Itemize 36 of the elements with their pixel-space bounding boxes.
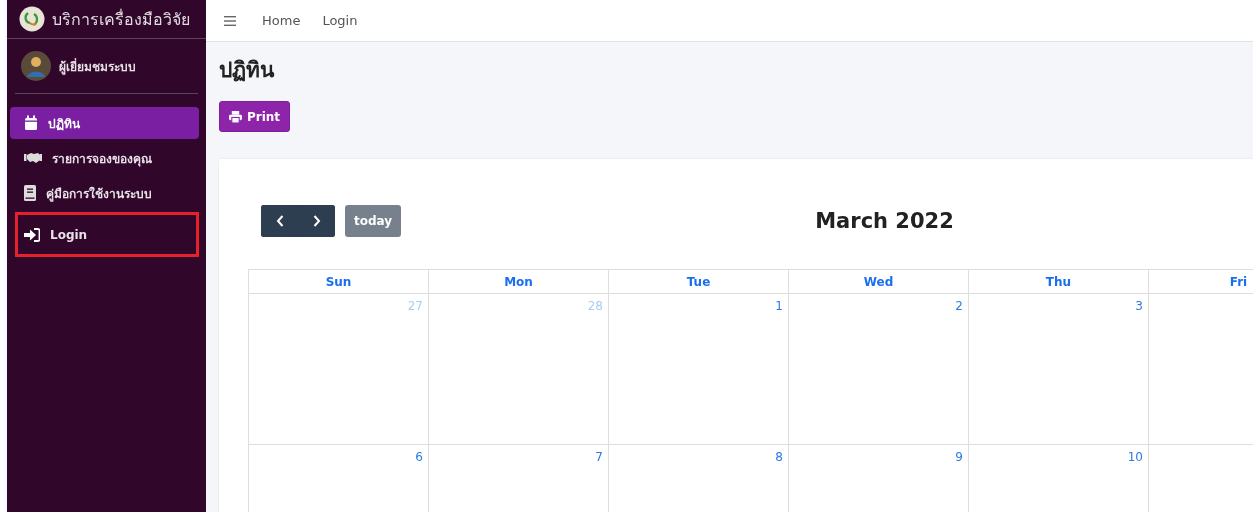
today-button[interactable]: today [345, 205, 402, 237]
weekday-header: Mon [429, 270, 609, 294]
chevron-left-icon [275, 215, 284, 227]
nav-item[interactable]: Login [15, 212, 199, 257]
weekday-header: Sun [249, 270, 429, 294]
logo-icon [19, 6, 45, 32]
page-title: ปฏิทิน [219, 57, 276, 84]
printer-icon [229, 110, 242, 123]
print-button[interactable]: Print [219, 101, 291, 132]
brand-name[interactable]: บริการเครื่องมือวิจัย [52, 6, 190, 32]
chevron-right-icon [312, 215, 321, 227]
nav-item[interactable]: คู่มือการใช้งานระบบ [10, 177, 199, 209]
day-number[interactable]: 8 [775, 450, 783, 464]
sign-in-icon [24, 227, 40, 242]
avatar-icon [21, 51, 51, 81]
nav-item[interactable]: ปฏิทิน [10, 107, 199, 139]
calendar-icon [24, 115, 38, 131]
nav-item[interactable]: รายการจองของคุณ [10, 142, 199, 174]
month-title: March 2022 [815, 209, 954, 233]
book-icon [24, 185, 36, 201]
weekday-header: Thu [969, 270, 1149, 294]
user-name: ผู้เยี่ยมชมระบบ [59, 57, 136, 76]
handshake-icon [24, 152, 42, 164]
nav-link[interactable]: Login [322, 13, 358, 28]
weekday-header: Wed [789, 270, 969, 294]
menu-icon[interactable] [224, 15, 236, 26]
day-number[interactable]: 9 [955, 450, 963, 464]
day-number[interactable]: 6 [415, 450, 423, 464]
day-number[interactable]: 10 [1127, 450, 1143, 464]
weekday-header: Tue [609, 270, 789, 294]
nav-link[interactable]: Home [262, 13, 301, 28]
weekday-header: Fri [1149, 270, 1253, 294]
day-number[interactable]: 2 [955, 299, 963, 313]
day-number[interactable]: 7 [595, 450, 603, 464]
day-number[interactable]: 3 [1135, 299, 1143, 313]
day-number[interactable]: 1 [775, 299, 783, 313]
